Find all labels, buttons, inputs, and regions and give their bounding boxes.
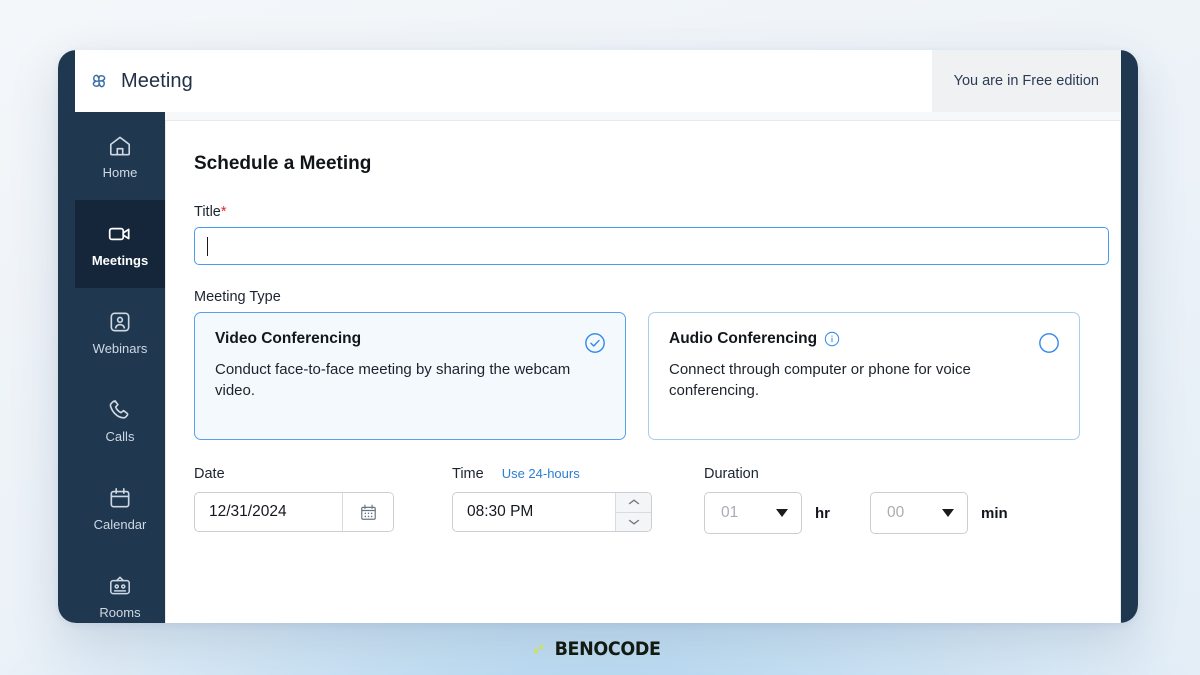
option-title: Audio Conferencing <box>669 330 1059 348</box>
date-value[interactable]: 12/31/2024 <box>195 493 343 531</box>
duration-head: Duration <box>704 466 1008 484</box>
date-head: Date <box>194 466 452 484</box>
option-title-text: Video Conferencing <box>215 330 362 347</box>
radio-empty-icon[interactable] <box>1038 332 1060 354</box>
option-title-text: Audio Conferencing <box>669 330 818 347</box>
meeting-type-audio-conferencing[interactable]: Audio Conferencing Connect through compu… <box>648 312 1080 440</box>
footer-brand-text: BENOCODE <box>555 638 661 660</box>
sidebar-item-label: Meetings <box>91 253 149 268</box>
window-left-edge <box>58 50 75 623</box>
required-marker: * <box>220 204 227 220</box>
duration-group: Duration 01 hr 00 min <box>704 466 1008 534</box>
text-caret <box>207 236 208 256</box>
duration-hours-select[interactable]: 01 <box>704 492 802 534</box>
meeting-type-options: Video Conferencing Conduct face-to-face … <box>194 312 1080 440</box>
calendar-picker-icon[interactable] <box>343 493 393 531</box>
main-content: Schedule a Meeting Title* Meeting Type V… <box>165 112 1121 623</box>
time-input[interactable]: 08:30 PM <box>452 492 652 532</box>
schedule-form-card: Schedule a Meeting Title* Meeting Type V… <box>165 120 1121 623</box>
title-label-text: Title <box>194 204 221 220</box>
chevron-up-icon[interactable] <box>616 493 651 513</box>
sidebar-item-webinars[interactable]: Webinars <box>75 288 165 376</box>
date-input[interactable]: 12/31/2024 <box>194 492 394 532</box>
date-label: Date <box>194 466 225 482</box>
duration-controls: 01 hr 00 min <box>704 492 1008 534</box>
title-input[interactable] <box>194 227 1109 265</box>
meeting-type-video-conferencing[interactable]: Video Conferencing Conduct face-to-face … <box>194 312 626 440</box>
brand[interactable]: Meeting <box>75 69 193 93</box>
duration-hours-unit: hr <box>815 504 830 522</box>
dropdown-caret-icon <box>776 509 788 517</box>
video-icon <box>107 221 133 247</box>
dropdown-caret-icon <box>942 509 954 517</box>
date-group: Date 12/31/2024 <box>194 466 452 532</box>
home-icon <box>107 133 133 159</box>
time-spinner <box>615 493 651 531</box>
sidebar-item-calendar[interactable]: Calendar <box>75 464 165 552</box>
sidebar-item-label: Webinars <box>92 341 148 356</box>
duration-minutes-value: 00 <box>887 504 905 521</box>
option-title: Video Conferencing <box>215 330 605 348</box>
footer-brand: BENOCODE <box>0 638 1200 660</box>
use-24-hours-link[interactable]: Use 24-hours <box>502 466 580 481</box>
title-field-group: Title* <box>194 204 1109 265</box>
rooms-icon <box>107 573 133 599</box>
sidebar-item-rooms[interactable]: Rooms <box>75 552 165 623</box>
option-description: Connect through computer or phone for vo… <box>669 361 971 400</box>
time-group: Time Use 24-hours 08:30 PM <box>452 466 704 532</box>
sidebar-item-label: Rooms <box>99 605 141 620</box>
benocode-dot-icon <box>534 643 547 656</box>
sidebar: Home Meetings Webinars Calls Calendar Ro… <box>75 112 165 623</box>
check-circle-icon[interactable] <box>584 332 606 354</box>
time-head: Time Use 24-hours <box>452 466 704 484</box>
webinar-icon <box>107 309 133 335</box>
duration-label: Duration <box>704 466 759 482</box>
sidebar-item-home[interactable]: Home <box>75 112 165 200</box>
duration-hours-value: 01 <box>721 504 739 521</box>
edition-notice: You are in Free edition <box>931 50 1121 112</box>
datetime-row: Date 12/31/2024 Time Use 24-hours 08:30 … <box>194 466 1080 534</box>
sidebar-item-label: Home <box>102 165 138 180</box>
meeting-type-group: Meeting Type Video Conferencing Conduct … <box>194 289 1080 440</box>
sidebar-item-label: Calendar <box>93 517 147 532</box>
meeting-type-label: Meeting Type <box>194 289 281 305</box>
app-body: Home Meetings Webinars Calls Calendar Ro… <box>58 112 1138 623</box>
chevron-down-icon[interactable] <box>616 512 651 531</box>
app-window: Meeting You are in Free edition Home Mee… <box>58 50 1138 623</box>
sidebar-item-label: Calls <box>105 429 135 444</box>
info-circle-icon[interactable] <box>824 331 840 347</box>
page-title: Schedule a Meeting <box>194 153 372 174</box>
sidebar-item-meetings[interactable]: Meetings <box>75 200 165 288</box>
phone-icon <box>107 397 133 423</box>
app-header: Meeting You are in Free edition <box>58 50 1138 112</box>
time-label: Time <box>452 466 484 482</box>
window-right-edge <box>1121 50 1138 623</box>
duration-minutes-unit: min <box>981 504 1008 522</box>
duration-minutes-select[interactable]: 00 <box>870 492 968 534</box>
sidebar-item-calls[interactable]: Calls <box>75 376 165 464</box>
option-description: Conduct face-to-face meeting by sharing … <box>215 361 571 400</box>
title-field-label: Title* <box>194 204 1080 220</box>
time-value[interactable]: 08:30 PM <box>453 493 615 531</box>
flower-logo-icon <box>87 69 111 93</box>
brand-name: Meeting <box>121 69 193 92</box>
calendar-icon <box>107 485 133 511</box>
